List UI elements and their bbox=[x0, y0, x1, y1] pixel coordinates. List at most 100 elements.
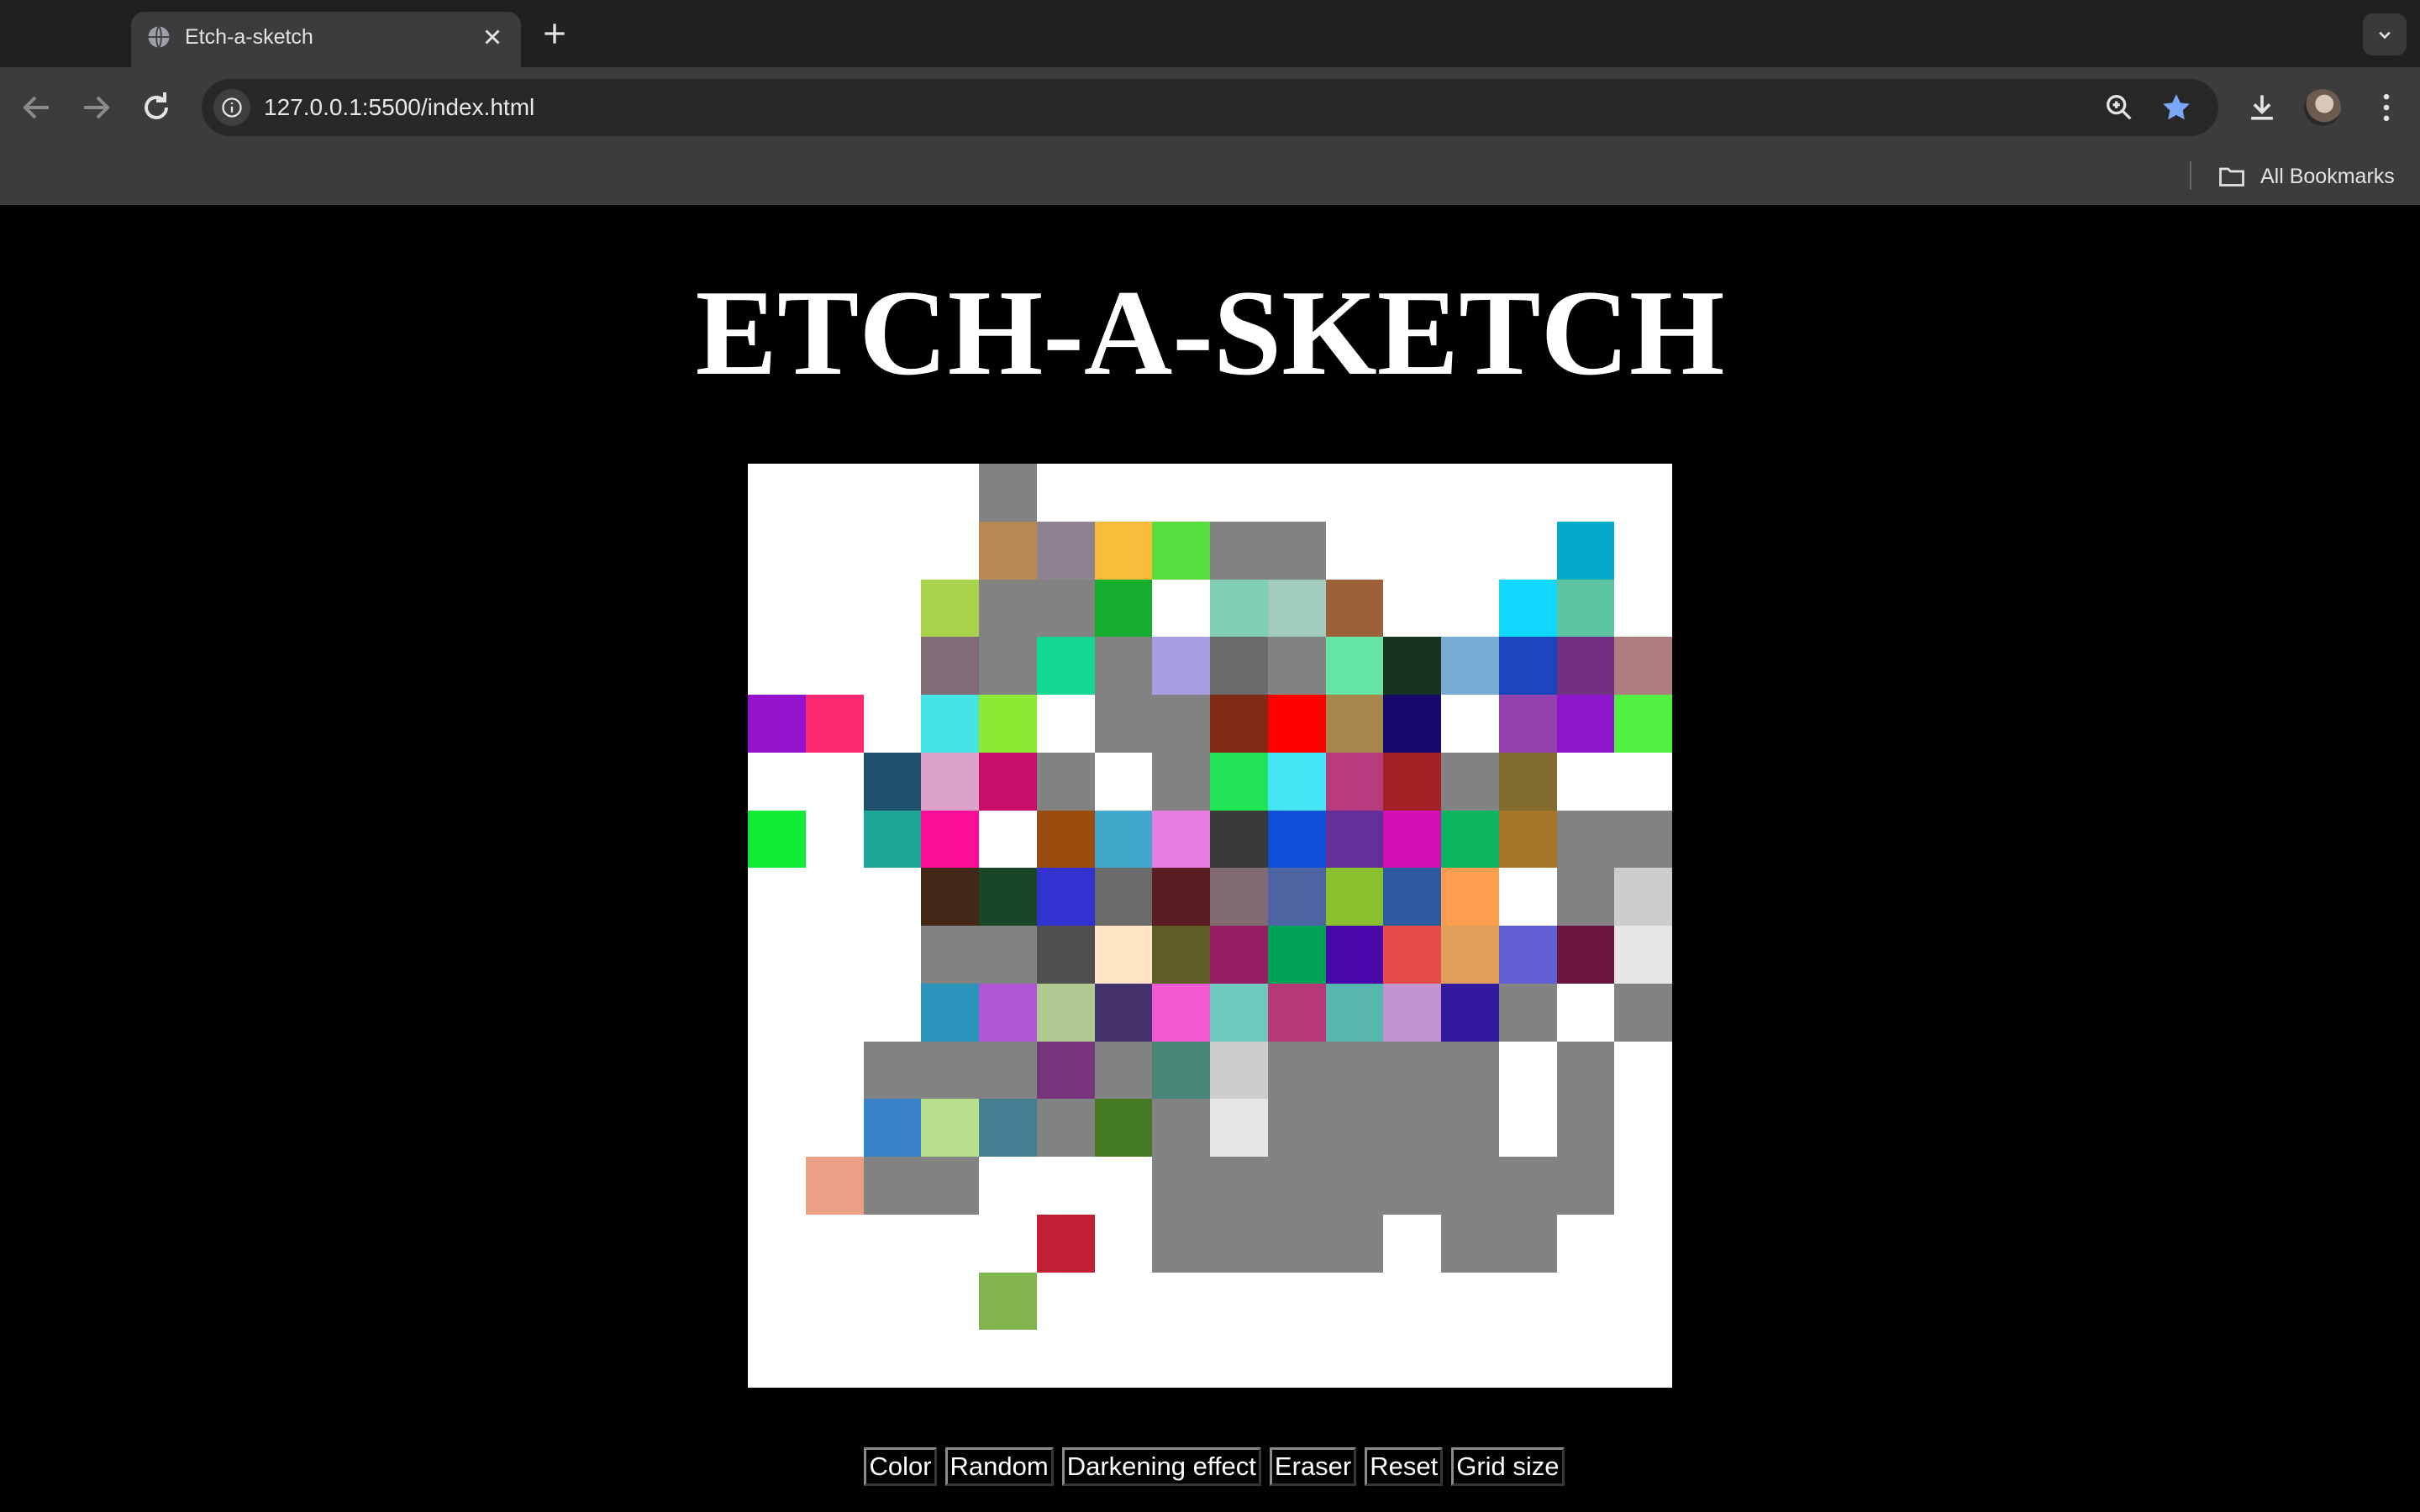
grid-cell[interactable] bbox=[1210, 1214, 1268, 1273]
grid-cell[interactable] bbox=[1556, 1214, 1615, 1273]
grid-cell[interactable] bbox=[1210, 983, 1268, 1042]
grid-cell[interactable] bbox=[748, 579, 806, 638]
grid-cell[interactable] bbox=[921, 1272, 979, 1331]
grid-cell[interactable] bbox=[1036, 1157, 1095, 1215]
kebab-menu-icon[interactable] bbox=[2368, 89, 2405, 126]
grid-cell[interactable] bbox=[748, 868, 806, 926]
grid-cell[interactable] bbox=[1556, 1157, 1615, 1215]
grid-cell[interactable] bbox=[863, 1330, 922, 1388]
grid-cell[interactable] bbox=[1614, 1157, 1672, 1215]
grid-cell[interactable] bbox=[805, 1041, 864, 1100]
grid-cell[interactable] bbox=[863, 752, 922, 811]
grid-cell[interactable] bbox=[1152, 1099, 1210, 1157]
reload-icon[interactable] bbox=[136, 87, 176, 128]
grid-cell[interactable] bbox=[805, 1330, 864, 1388]
grid-cell[interactable] bbox=[1441, 1157, 1499, 1215]
grid-cell[interactable] bbox=[1210, 1041, 1268, 1100]
grid-cell[interactable] bbox=[863, 1214, 922, 1273]
grid-cell[interactable] bbox=[1614, 1330, 1672, 1388]
grid-cell[interactable] bbox=[1614, 1272, 1672, 1331]
grid-cell[interactable] bbox=[748, 1272, 806, 1331]
grid-cell[interactable] bbox=[805, 752, 864, 811]
grid-cell[interactable] bbox=[1325, 521, 1384, 580]
grid-cell[interactable] bbox=[1210, 1272, 1268, 1331]
grid-cell[interactable] bbox=[1267, 1330, 1326, 1388]
grid-cell[interactable] bbox=[1152, 1272, 1210, 1331]
grid-cell[interactable] bbox=[1498, 926, 1557, 984]
grid-cell[interactable] bbox=[1036, 1272, 1095, 1331]
grid-cell[interactable] bbox=[748, 1214, 806, 1273]
grid-cell[interactable] bbox=[1441, 1099, 1499, 1157]
grid-cell[interactable] bbox=[863, 695, 922, 753]
tab-search-button[interactable] bbox=[2363, 13, 2407, 55]
grid-cell[interactable] bbox=[1441, 926, 1499, 984]
eraser-button[interactable]: Eraser bbox=[1269, 1447, 1357, 1486]
grid-cell[interactable] bbox=[1094, 637, 1153, 695]
grid-cell[interactable] bbox=[1210, 579, 1268, 638]
grid-cell[interactable] bbox=[1036, 637, 1095, 695]
grid-cell[interactable] bbox=[748, 637, 806, 695]
grid-cell[interactable] bbox=[1094, 695, 1153, 753]
all-bookmarks-link[interactable]: All Bookmarks bbox=[2260, 163, 2395, 190]
grid-cell[interactable] bbox=[921, 464, 979, 522]
grid-cell[interactable] bbox=[1267, 1272, 1326, 1331]
grid-cell[interactable] bbox=[748, 926, 806, 984]
grid-cell[interactable] bbox=[1441, 521, 1499, 580]
grid-cell[interactable] bbox=[1036, 579, 1095, 638]
grid-cell[interactable] bbox=[1498, 521, 1557, 580]
grid-cell[interactable] bbox=[805, 983, 864, 1042]
grid-cell[interactable] bbox=[1094, 1330, 1153, 1388]
grid-cell[interactable] bbox=[1267, 810, 1326, 869]
grid-cell[interactable] bbox=[1325, 926, 1384, 984]
grid-cell[interactable] bbox=[1094, 926, 1153, 984]
grid-cell[interactable] bbox=[1441, 868, 1499, 926]
grid-cell[interactable] bbox=[805, 1099, 864, 1157]
profile-avatar[interactable] bbox=[2304, 89, 2341, 126]
star-icon[interactable] bbox=[2160, 91, 2193, 124]
grid-cell[interactable] bbox=[1498, 1157, 1557, 1215]
grid-cell[interactable] bbox=[1094, 983, 1153, 1042]
grid-cell[interactable] bbox=[1152, 810, 1210, 869]
grid-cell[interactable] bbox=[1152, 1157, 1210, 1215]
grid-cell[interactable] bbox=[921, 521, 979, 580]
grid-cell[interactable] bbox=[1094, 521, 1153, 580]
grid-cell[interactable] bbox=[1152, 1041, 1210, 1100]
grid-cell[interactable] bbox=[805, 810, 864, 869]
grid-cell[interactable] bbox=[1383, 810, 1441, 869]
grid-cell[interactable] bbox=[805, 464, 864, 522]
grid-cell[interactable] bbox=[979, 695, 1037, 753]
grid-cell[interactable] bbox=[805, 1214, 864, 1273]
grid-cell[interactable] bbox=[1498, 1041, 1557, 1100]
grid-cell[interactable] bbox=[1556, 1330, 1615, 1388]
grid-cell[interactable] bbox=[921, 810, 979, 869]
grid-cell[interactable] bbox=[1498, 464, 1557, 522]
grid-cell[interactable] bbox=[1325, 1099, 1384, 1157]
grid-cell[interactable] bbox=[1441, 637, 1499, 695]
site-info-button[interactable] bbox=[213, 89, 250, 126]
grid-cell[interactable] bbox=[1325, 637, 1384, 695]
grid-cell[interactable] bbox=[921, 868, 979, 926]
grid-cell[interactable] bbox=[979, 810, 1037, 869]
grid-cell[interactable] bbox=[921, 1041, 979, 1100]
grid-cell[interactable] bbox=[1556, 810, 1615, 869]
grid-cell[interactable] bbox=[1152, 752, 1210, 811]
grid-cell[interactable] bbox=[1210, 1157, 1268, 1215]
grid-cell[interactable] bbox=[805, 637, 864, 695]
grid-cell[interactable] bbox=[1325, 810, 1384, 869]
grid-cell[interactable] bbox=[979, 1330, 1037, 1388]
grid-cell[interactable] bbox=[1441, 464, 1499, 522]
grid-cell[interactable] bbox=[1441, 810, 1499, 869]
grid-cell[interactable] bbox=[1036, 1041, 1095, 1100]
grid-cell[interactable] bbox=[1094, 1041, 1153, 1100]
grid-cell[interactable] bbox=[1267, 1099, 1326, 1157]
grid-cell[interactable] bbox=[1152, 521, 1210, 580]
grid-cell[interactable] bbox=[1267, 579, 1326, 638]
grid-cell[interactable] bbox=[979, 983, 1037, 1042]
grid-cell[interactable] bbox=[1614, 1214, 1672, 1273]
grid-cell[interactable] bbox=[1094, 868, 1153, 926]
grid-cell[interactable] bbox=[979, 464, 1037, 522]
grid-cell[interactable] bbox=[921, 637, 979, 695]
grid-cell[interactable] bbox=[1325, 752, 1384, 811]
grid-cell[interactable] bbox=[1094, 1272, 1153, 1331]
grid-cell[interactable] bbox=[1556, 1099, 1615, 1157]
